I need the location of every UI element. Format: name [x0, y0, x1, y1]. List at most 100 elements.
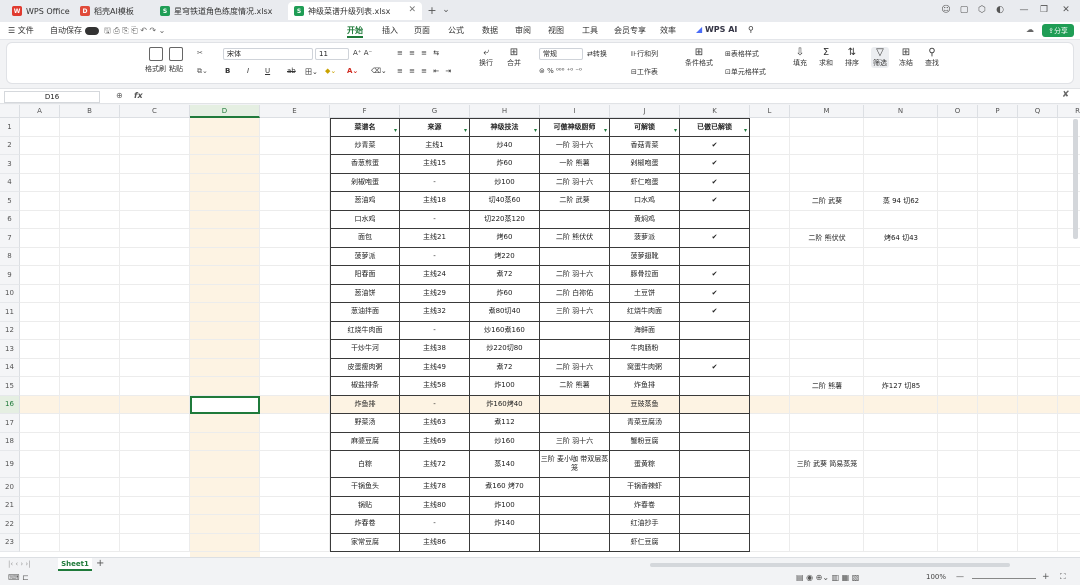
grid-cell[interactable] — [60, 284, 120, 303]
table-cell-unlock[interactable]: 红烧牛肉面 — [610, 303, 680, 322]
grid-cell[interactable] — [60, 533, 120, 552]
grid-cell[interactable] — [260, 414, 330, 433]
table-header-dish[interactable]: 菜谱名 ▾ — [330, 118, 400, 137]
table-cell-chef[interactable]: 二阶 熊伏伏 — [540, 229, 610, 248]
table-cell-done[interactable]: ✔ — [680, 155, 750, 174]
grid-cell[interactable] — [790, 340, 864, 359]
table-cell-unlock[interactable]: 海鲜面 — [610, 321, 680, 340]
table-cell-chef[interactable]: 三阶 麦小咖 带双层蒸笼 — [540, 451, 610, 478]
table-cell-technique[interactable]: 煮72 — [470, 358, 540, 377]
select-all-corner[interactable] — [0, 105, 20, 118]
grid-cell[interactable] — [120, 118, 190, 137]
grid-cell[interactable] — [1018, 210, 1058, 229]
fill-button[interactable]: ⇩ 填充 — [793, 47, 807, 68]
table-cell-done[interactable] — [680, 395, 750, 414]
column-header-F[interactable]: F — [330, 105, 400, 118]
grid-cell[interactable] — [978, 192, 1018, 211]
grid-cell[interactable] — [978, 247, 1018, 266]
grid-cell[interactable] — [750, 515, 790, 534]
horizontal-scrollbar[interactable] — [650, 563, 1010, 567]
grid-cell[interactable] — [1058, 497, 1080, 515]
note-chef-cell[interactable]: 三阶 武葵 简易蒸笼 — [790, 451, 864, 478]
grid-cell[interactable] — [750, 229, 790, 248]
grid-cell[interactable] — [60, 247, 120, 266]
grid-cell[interactable] — [790, 478, 864, 497]
grid-cell[interactable] — [790, 136, 864, 155]
table-cell-source[interactable]: 主线72 — [400, 451, 470, 478]
grid-cell[interactable] — [938, 496, 978, 515]
grid-cell[interactable] — [190, 432, 260, 451]
row-header-14[interactable]: 14 — [0, 358, 20, 377]
autosave-toggle[interactable]: 自动保存 — [50, 25, 99, 38]
grid-cell[interactable] — [1018, 192, 1058, 211]
vertical-scrollbar[interactable] — [1073, 119, 1078, 239]
table-cell-unlock[interactable]: 红油抄手 — [610, 515, 680, 534]
grid-cell[interactable] — [938, 533, 978, 552]
grid-cell[interactable] — [20, 266, 60, 285]
grid-cell[interactable] — [20, 478, 60, 497]
grid-cell[interactable] — [750, 321, 790, 340]
grid-cell[interactable] — [60, 358, 120, 377]
grid-cell[interactable] — [1018, 496, 1058, 515]
table-cell-source[interactable]: 主线24 — [400, 266, 470, 285]
table-cell-unlock[interactable]: 剁椒咆蛋 — [610, 155, 680, 174]
table-cell-dish[interactable]: 炸鱼排 — [330, 395, 400, 414]
grid-cell[interactable] — [20, 496, 60, 515]
grid-cell[interactable] — [60, 451, 120, 478]
table-cell-source[interactable]: 主线18 — [400, 192, 470, 211]
filter-dropdown-icon[interactable]: ▾ — [534, 127, 537, 135]
grid-cell[interactable] — [260, 321, 330, 340]
table-cell-source[interactable]: - — [400, 210, 470, 229]
table-cell-chef[interactable]: 二阶 羽十六 — [540, 358, 610, 377]
grid-cell[interactable] — [20, 515, 60, 534]
table-cell-technique[interactable]: 炸100 — [470, 496, 540, 515]
grid-cell[interactable] — [1058, 340, 1080, 359]
grid-cell[interactable] — [1018, 358, 1058, 377]
grid-cell[interactable] — [260, 515, 330, 534]
note-technique-cell[interactable]: 蒸 94 切62 — [864, 192, 938, 211]
column-header-J[interactable]: J — [610, 105, 680, 118]
table-cell-source[interactable]: 主线49 — [400, 358, 470, 377]
grid-cell[interactable] — [978, 303, 1018, 322]
grid-cell[interactable] — [190, 515, 260, 534]
zoom-in-button[interactable]: + — [1042, 572, 1050, 582]
table-cell-unlock[interactable]: 黄焖鸡 — [610, 210, 680, 229]
grid-cell[interactable] — [1058, 451, 1080, 478]
grid-cell[interactable] — [190, 358, 260, 377]
grid-cell[interactable] — [260, 136, 330, 155]
grid-cell[interactable] — [120, 533, 190, 552]
column-header-R[interactable]: R — [1058, 105, 1080, 118]
table-cell-dish[interactable]: 葱油饼 — [330, 284, 400, 303]
merge-button[interactable]: ⊞ 合并 — [507, 47, 521, 68]
chevron-down-icon[interactable]: ⌄ — [438, 3, 454, 17]
table-cell-dish[interactable]: 炸春卷 — [330, 515, 400, 534]
grid-cell[interactable] — [938, 340, 978, 359]
grid-cell[interactable] — [20, 247, 60, 266]
menu-insert[interactable]: 插入 — [382, 25, 398, 38]
convert-button[interactable]: ⇄ 转换 — [587, 49, 607, 59]
grid-cell[interactable] — [1018, 173, 1058, 192]
grid-cell[interactable] — [750, 377, 790, 396]
grid-cell[interactable] — [790, 414, 864, 433]
grid-cell[interactable] — [978, 496, 1018, 515]
table-cell-chef[interactable]: 一阶 熊薯 — [540, 155, 610, 174]
table-cell-technique[interactable]: 煮80切40 — [470, 303, 540, 322]
grid-cell[interactable] — [260, 155, 330, 174]
column-header-B[interactable]: B — [60, 105, 120, 118]
zoom-slider[interactable] — [972, 578, 1036, 579]
column-header-O[interactable]: O — [938, 105, 978, 118]
formula-input[interactable] — [150, 90, 1070, 102]
grid-cell[interactable] — [790, 247, 864, 266]
table-cell-chef[interactable] — [540, 210, 610, 229]
table-cell-done[interactable] — [680, 533, 750, 552]
table-cell-chef[interactable]: 三阶 羽十六 — [540, 303, 610, 322]
table-cell-chef[interactable] — [540, 395, 610, 414]
table-cell-chef[interactable]: 三阶 羽十六 — [540, 432, 610, 451]
note-chef-cell[interactable]: 二阶 熊薯 — [790, 377, 864, 396]
grid-cell[interactable] — [790, 266, 864, 285]
grid-cell[interactable] — [1018, 533, 1058, 552]
grid-cell[interactable] — [260, 247, 330, 266]
zoom-formula-icon[interactable]: ⊕ — [116, 91, 123, 100]
grid-cell[interactable] — [120, 247, 190, 266]
grid-cell[interactable] — [120, 414, 190, 433]
